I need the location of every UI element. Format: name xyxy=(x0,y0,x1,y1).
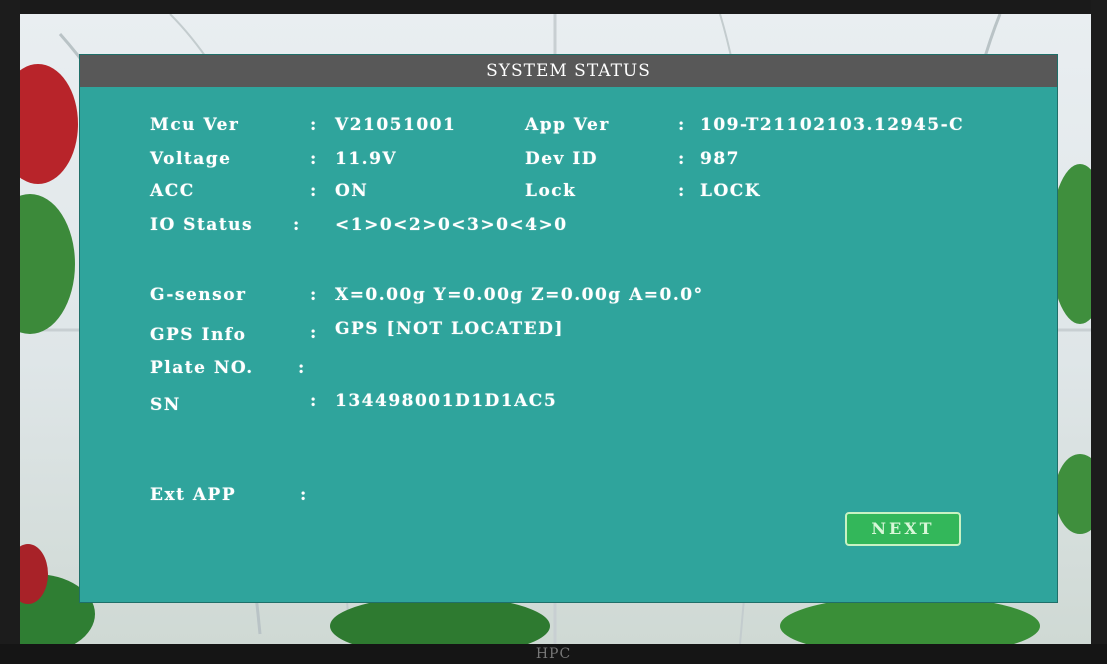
monitor-brand-logo: HPC xyxy=(535,646,572,662)
system-status-dialog: SYSTEM STATUS Mcu Ver : V21051001 App Ve… xyxy=(79,54,1058,603)
io-status-separator: : xyxy=(293,215,301,235)
row-acc-lock: ACC : ON Lock : LOCK xyxy=(150,181,1050,205)
sn-separator: : xyxy=(310,391,318,411)
lock-value: LOCK xyxy=(700,181,762,201)
acc-label: ACC xyxy=(150,181,195,201)
gps-info-value: GPS [NOT LOCATED] xyxy=(335,319,564,339)
dev-id-label: Dev ID xyxy=(525,149,599,169)
row-sn: SN : 134498001D1D1AC5 xyxy=(150,391,1050,415)
next-button[interactable]: NEXT xyxy=(845,512,961,546)
voltage-separator: : xyxy=(310,149,318,169)
dev-id-value: 987 xyxy=(700,149,740,169)
io-status-value: <1>0<2>0<3>0<4>0 xyxy=(335,215,568,235)
g-sensor-separator: : xyxy=(310,285,318,305)
sn-label: SN xyxy=(150,395,181,415)
monitor-bezel-right xyxy=(1091,0,1107,664)
row-mcu-app: Mcu Ver : V21051001 App Ver : 109-T21102… xyxy=(150,115,1050,139)
g-sensor-label: G-sensor xyxy=(150,285,247,305)
sn-value: 134498001D1D1AC5 xyxy=(335,391,558,411)
gps-info-separator: : xyxy=(310,323,318,343)
lock-separator: : xyxy=(678,181,686,201)
mcu-ver-value: V21051001 xyxy=(335,115,457,135)
ext-app-label: Ext APP xyxy=(150,485,237,505)
mcu-ver-label: Mcu Ver xyxy=(150,115,240,135)
gps-info-label: GPS Info xyxy=(150,325,247,345)
row-ext-app: Ext APP : xyxy=(150,485,1050,509)
g-sensor-value: X=0.00g Y=0.00g Z=0.00g A=0.0° xyxy=(335,285,704,305)
app-ver-separator: : xyxy=(678,115,686,135)
plate-no-label: Plate NO. xyxy=(150,358,254,378)
dev-id-separator: : xyxy=(678,149,686,169)
row-voltage-devid: Voltage : 11.9V Dev ID : 987 xyxy=(150,149,1050,173)
row-gps-info: GPS Info : GPS [NOT LOCATED] xyxy=(150,319,1050,345)
row-io-status: IO Status : <1>0<2>0<3>0<4>0 xyxy=(150,215,1050,239)
voltage-label: Voltage xyxy=(150,149,232,169)
monitor-bezel-left xyxy=(0,0,20,664)
app-ver-label: App Ver xyxy=(525,115,610,135)
voltage-value: 11.9V xyxy=(335,149,398,169)
plate-no-separator: : xyxy=(298,358,306,378)
dialog-title: SYSTEM STATUS xyxy=(80,55,1057,87)
row-g-sensor: G-sensor : X=0.00g Y=0.00g Z=0.00g A=0.0… xyxy=(150,285,1050,309)
acc-value: ON xyxy=(335,181,369,201)
row-plate-no: Plate NO. : xyxy=(150,358,1050,382)
ext-app-separator: : xyxy=(300,485,308,505)
lock-label: Lock xyxy=(525,181,577,201)
acc-separator: : xyxy=(310,181,318,201)
mcu-ver-separator: : xyxy=(310,115,318,135)
io-status-label: IO Status xyxy=(150,215,254,235)
app-ver-value: 109-T21102103.12945-C xyxy=(700,115,965,135)
monitor-bezel-top xyxy=(0,0,1107,14)
